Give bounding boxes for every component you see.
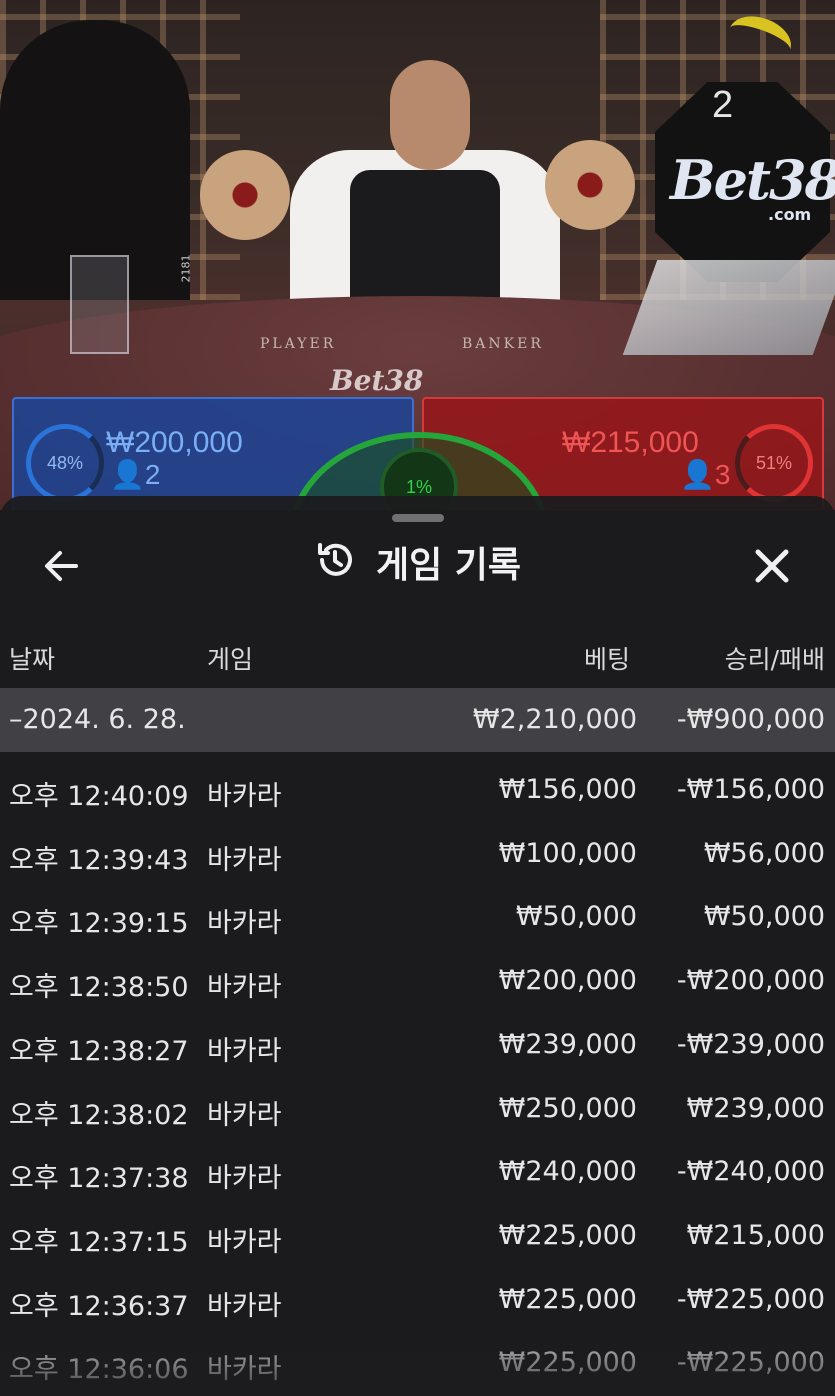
close-icon[interactable]: [748, 542, 796, 590]
table-row[interactable]: 오후 12:39:43 바카라 ₩100,000 ₩56,000: [0, 822, 835, 886]
row-time: 오후 12:39:15: [9, 908, 189, 940]
player-count: 👤2: [110, 459, 161, 490]
table-row[interactable]: 오후 12:36:37 바카라 ₩225,000 -₩225,000: [0, 1268, 835, 1332]
card-holder: [70, 255, 129, 354]
sheet-drag-handle[interactable]: [392, 514, 444, 522]
row-bet: ₩225,000: [498, 1283, 637, 1315]
day-result-total: -₩900,000: [676, 704, 825, 735]
row-game: 바카라: [207, 1354, 282, 1386]
table-row[interactable]: 오후 12:38:50 바카라 ₩200,000 -₩200,000: [0, 949, 835, 1013]
shoe-label: 2181: [179, 254, 193, 283]
row-game: 바카라: [207, 908, 282, 940]
row-bet: ₩100,000: [498, 837, 637, 869]
row-bet: ₩240,000: [498, 1156, 637, 1188]
row-bet: ₩239,000: [498, 1028, 637, 1060]
row-time: 오후 12:37:38: [9, 1163, 189, 1195]
banker-percent-ring: 51%: [735, 424, 813, 502]
row-time: 오후 12:40:09: [9, 781, 189, 812]
row-bet: ₩200,000: [498, 965, 637, 997]
row-result: -₩225,000: [676, 1347, 825, 1379]
table-row[interactable]: 오후 12:38:27 바카라 ₩239,000 -₩239,000: [0, 1013, 835, 1077]
table-header: 날짜 게임 베팅 승리/패배: [0, 636, 835, 680]
row-game: 바카라: [207, 972, 282, 1004]
row-result: -₩225,000: [676, 1283, 825, 1315]
round-number: 2: [712, 84, 734, 126]
fan-decor-right: [545, 140, 635, 230]
row-time: 오후 12:38:02: [9, 1099, 189, 1131]
table-row[interactable]: 오후 12:37:15 바카라 ₩225,000 ₩215,000: [0, 1204, 835, 1268]
sheet-title: 게임 기록: [375, 545, 521, 586]
row-result: ₩215,000: [686, 1219, 825, 1251]
game-history-sheet: 게임 기록 날짜 게임 베팅 승리/패배 –2024. 6. 28. ₩2,21…: [0, 496, 835, 1396]
day-summary-row[interactable]: –2024. 6. 28. ₩2,210,000 -₩900,000: [0, 688, 835, 752]
user-icon: 👤: [680, 459, 715, 490]
row-time: 오후 12:36:06: [9, 1354, 189, 1386]
banker-count: 👤3: [680, 459, 731, 490]
day-date: –2024. 6. 28.: [9, 704, 186, 735]
player-percent-ring: 48%: [26, 424, 104, 502]
row-game: 바카라: [207, 1226, 282, 1258]
fan-decor-left: [200, 150, 290, 240]
table-row[interactable]: 오후 12:38:02 바카라 ₩250,000 ₩239,000: [0, 1077, 835, 1141]
player-percent: 48%: [46, 452, 84, 473]
row-bet: ₩50,000: [515, 901, 637, 933]
row-time: 오후 12:37:15: [9, 1226, 189, 1258]
row-game: 바카라: [207, 1099, 282, 1131]
column-game: 게임: [207, 645, 254, 674]
row-bet: ₩156,000: [498, 774, 637, 805]
tie-percent: 1%: [405, 476, 432, 497]
row-game: 바카라: [207, 1290, 282, 1322]
felt-player-label: PLAYER: [260, 336, 337, 352]
row-game: 바카라: [207, 1163, 282, 1195]
table-row[interactable]: 오후 12:39:15 바카라 ₩50,000 ₩50,000: [0, 885, 835, 949]
brand-logo-suffix: .com: [768, 205, 812, 224]
column-date: 날짜: [9, 645, 56, 674]
row-result: ₩56,000: [703, 837, 825, 869]
row-game: 바카라: [207, 844, 282, 876]
user-icon: 👤: [110, 459, 145, 490]
sheet-header: 게임 기록: [0, 536, 835, 588]
table-row[interactable]: 오후 12:40:09 바카라 ₩156,000 -₩156,000: [0, 758, 835, 822]
row-bet: ₩250,000: [498, 1092, 637, 1124]
row-game: 바카라: [207, 1035, 282, 1067]
player-amount: ₩200,000: [106, 426, 243, 459]
row-result: -₩156,000: [676, 774, 825, 805]
table-row[interactable]: 오후 12:36:06 바카라 ₩225,000 -₩225,000: [0, 1331, 835, 1395]
row-result: -₩240,000: [676, 1156, 825, 1188]
banker-amount: ₩215,000: [562, 426, 699, 459]
row-result: -₩239,000: [676, 1028, 825, 1060]
row-result: ₩239,000: [686, 1092, 825, 1124]
banker-percent: 51%: [755, 452, 793, 473]
felt-banker-label: BANKER: [462, 336, 544, 352]
card-shoe: [622, 260, 835, 355]
row-time: 오후 12:38:27: [9, 1035, 189, 1067]
row-bet: ₩225,000: [498, 1219, 637, 1251]
dealer-head: [390, 60, 470, 170]
row-result: -₩200,000: [676, 965, 825, 997]
row-time: 오후 12:36:37: [9, 1290, 189, 1322]
row-time: 오후 12:39:43: [9, 844, 189, 876]
day-bet-total: ₩2,210,000: [472, 704, 637, 735]
history-icon: [314, 539, 356, 585]
row-result: ₩50,000: [703, 901, 825, 933]
table-row[interactable]: 오후 12:37:38 바카라 ₩240,000 -₩240,000: [0, 1140, 835, 1204]
brand-logo: Bet38: [670, 148, 835, 212]
felt-logo: Bet38: [330, 364, 424, 397]
row-time: 오후 12:38:50: [9, 972, 189, 1004]
row-game: 바카라: [207, 781, 282, 812]
live-video-feed: Bet38 .com 2 2181 PLAYER BANKER Bet38 48…: [0, 0, 835, 510]
column-bet: 베팅: [583, 645, 630, 674]
row-bet: ₩225,000: [498, 1347, 637, 1379]
column-result: 승리/패배: [724, 645, 825, 674]
